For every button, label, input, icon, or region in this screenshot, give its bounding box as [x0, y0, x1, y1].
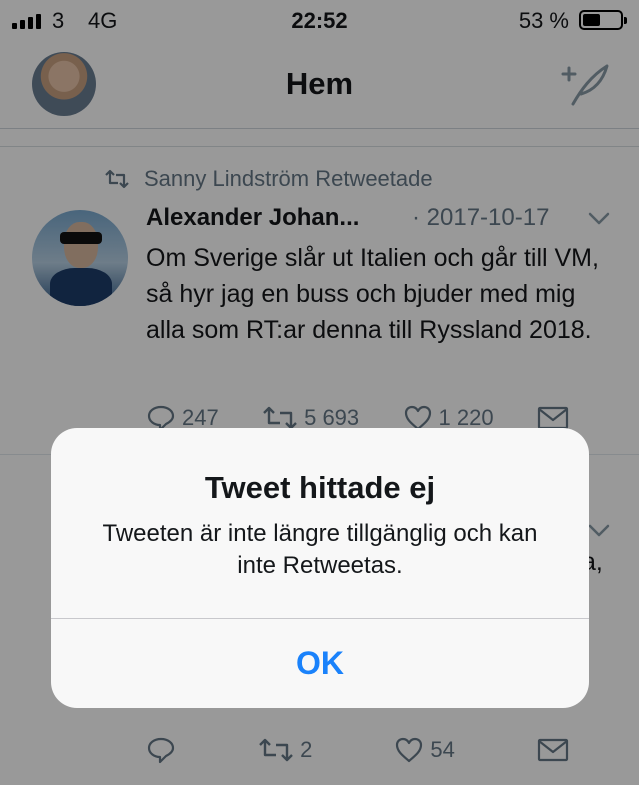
alert-title: Tweet hittade ej: [204, 470, 436, 505]
twitter-home-screen: 3 4G 22:52 53 % Hem Sanny Lindström Retw…: [0, 0, 639, 785]
ok-button[interactable]: OK: [51, 619, 589, 708]
alert-message: Tweeten är inte längre tillgänglig och k…: [102, 520, 538, 579]
alert-dialog: Tweet hittade ej Tweeten är inte längre …: [51, 428, 589, 708]
